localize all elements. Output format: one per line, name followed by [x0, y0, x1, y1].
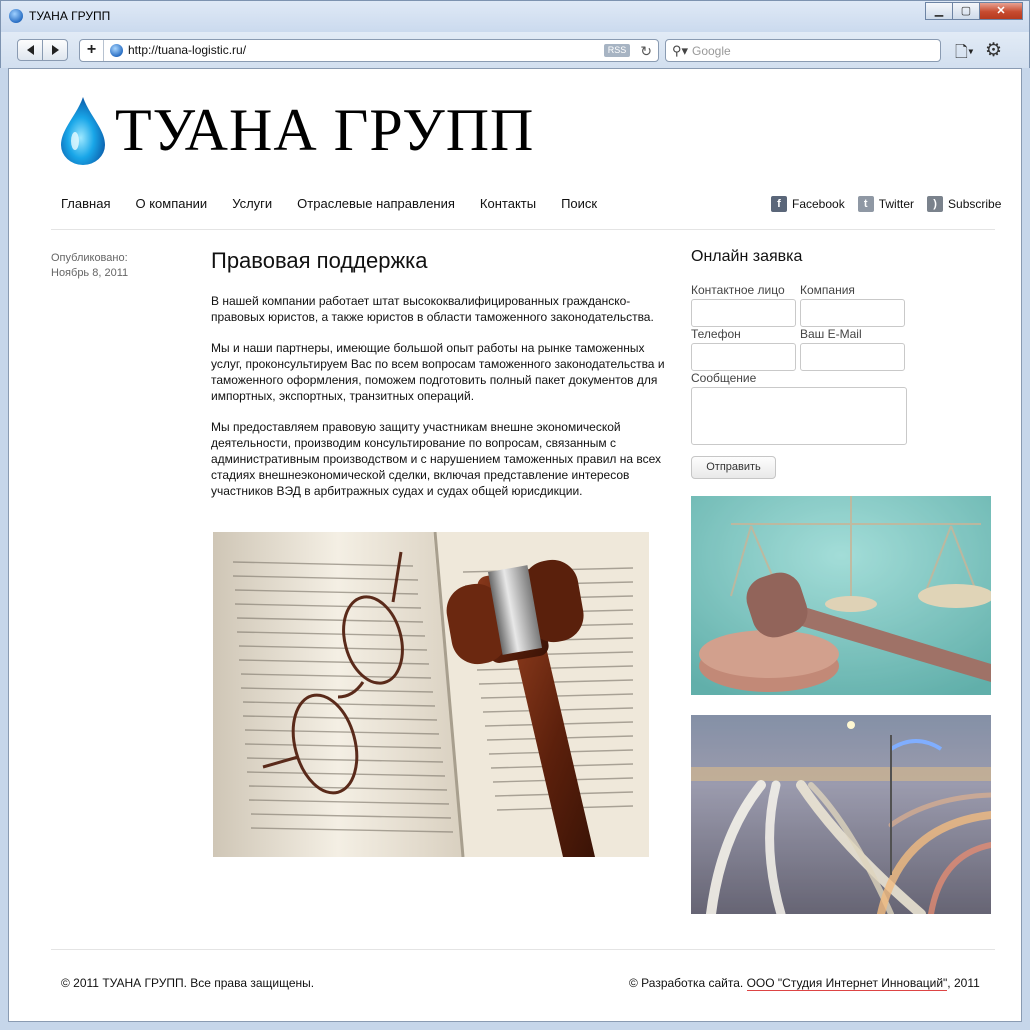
- footer-dev-prefix: © Разработка сайта.: [629, 976, 747, 990]
- window-titlebar: ТУАНА ГРУПП ▁ ▢ ✕: [0, 0, 1030, 32]
- facebook-label: Facebook: [792, 197, 845, 211]
- twitter-link[interactable]: t Twitter: [857, 196, 915, 212]
- search-input[interactable]: Google: [692, 44, 731, 58]
- footer-dev-suffix: , 2011: [947, 976, 980, 990]
- developer-link[interactable]: ООО "Студия Интернет Инноваций": [746, 976, 948, 991]
- add-bookmark-button[interactable]: +: [80, 40, 104, 61]
- published-date: Ноябрь 8, 2011: [51, 267, 129, 279]
- header-divider: [51, 229, 995, 230]
- facebook-link[interactable]: f Facebook: [771, 196, 845, 212]
- message-textarea[interactable]: [691, 387, 907, 445]
- reload-icon[interactable]: ↻: [640, 43, 652, 60]
- history-buttons: [17, 39, 68, 61]
- email-input[interactable]: [800, 343, 905, 371]
- address-bar[interactable]: + http://tuana-logistic.ru/ RSS ↻: [79, 39, 659, 62]
- post-paragraph: В нашей компании работает штат высококва…: [211, 294, 654, 324]
- site-logo[interactable]: ТУАНА ГРУПП: [59, 95, 534, 165]
- forward-arrow-icon: [51, 45, 59, 55]
- gavel-book-image: [213, 532, 649, 857]
- window-title: ТУАНА ГРУПП: [29, 9, 111, 23]
- scales-gavel-image: [691, 496, 991, 695]
- subscribe-link[interactable]: ) Subscribe: [927, 196, 1001, 212]
- social-links: f Facebook t Twitter ) Subscribe: [771, 196, 1001, 212]
- maximize-button[interactable]: ▢: [952, 2, 980, 20]
- back-button[interactable]: [17, 39, 43, 61]
- logo-text: ТУАНА ГРУПП: [115, 96, 535, 163]
- window-controls: ▁ ▢ ✕: [925, 2, 1023, 20]
- contact-person-input[interactable]: [691, 299, 796, 327]
- post-body: В нашей компании работает штат высококва…: [211, 293, 667, 514]
- message-label: Сообщение: [691, 371, 757, 385]
- forward-button[interactable]: [42, 39, 68, 61]
- company-input[interactable]: [800, 299, 905, 327]
- gear-icon[interactable]: ⚙: [985, 39, 1002, 62]
- company-label: Компания: [800, 283, 855, 297]
- url-text[interactable]: http://tuana-logistic.ru/: [128, 43, 246, 57]
- close-button[interactable]: ✕: [979, 2, 1023, 20]
- post-meta: Опубликовано: Ноябрь 8, 2011: [51, 251, 128, 281]
- search-icon: ⚲▾: [672, 43, 689, 58]
- footer-divider: [51, 949, 995, 950]
- page-menu-icon[interactable]: 🗋▾: [955, 41, 974, 68]
- nav-item-search[interactable]: Поиск: [561, 196, 597, 211]
- phone-input[interactable]: [691, 343, 796, 371]
- minimize-button[interactable]: ▁: [925, 2, 953, 20]
- search-bar[interactable]: ⚲▾ Google: [665, 39, 941, 62]
- footer-credits: © Разработка сайта. ООО "Студия Интернет…: [629, 976, 980, 991]
- back-arrow-icon: [26, 45, 34, 55]
- nav-item-industries[interactable]: Отраслевые направления: [297, 196, 455, 211]
- twitter-icon: t: [857, 196, 874, 212]
- globe-icon: [110, 44, 123, 57]
- main-nav: Главная О компании Услуги Отраслевые нап…: [61, 196, 622, 211]
- nav-item-home[interactable]: Главная: [61, 196, 110, 211]
- rss-badge[interactable]: RSS: [604, 44, 630, 57]
- nav-item-contacts[interactable]: Контакты: [480, 196, 536, 211]
- favicon-icon: [9, 9, 23, 23]
- page-viewport: ТУАНА ГРУПП Главная О компании Услуги От…: [8, 68, 1022, 1022]
- nav-item-services[interactable]: Услуги: [232, 196, 272, 211]
- nav-item-about[interactable]: О компании: [135, 196, 207, 211]
- night-highway-image: [691, 715, 991, 914]
- post-paragraph: Мы предоставляем правовую защиту участни…: [211, 420, 662, 498]
- subscribe-label: Subscribe: [948, 197, 1002, 211]
- contact-person-label: Контактное лицо: [691, 283, 785, 297]
- facebook-icon: f: [771, 196, 787, 212]
- post-title: Правовая поддержка: [211, 248, 428, 273]
- post-paragraph: Мы и наши партнеры, имеющие большой опыт…: [211, 341, 665, 403]
- form-title: Онлайн заявка: [691, 248, 803, 265]
- phone-label: Телефон: [691, 327, 741, 341]
- browser-toolbar: + http://tuana-logistic.ru/ RSS ↻ ⚲▾ Goo…: [0, 32, 1030, 68]
- footer-copyright: © 2011 ТУАНА ГРУПП. Все права защищены.: [61, 976, 315, 990]
- email-label: Ваш E-Mail: [800, 327, 862, 341]
- published-label: Опубликовано:: [51, 252, 128, 264]
- twitter-label: Twitter: [878, 197, 915, 211]
- submit-button[interactable]: Отправить: [691, 456, 776, 479]
- rss-icon: ): [927, 196, 944, 212]
- water-drop-icon: [61, 97, 105, 165]
